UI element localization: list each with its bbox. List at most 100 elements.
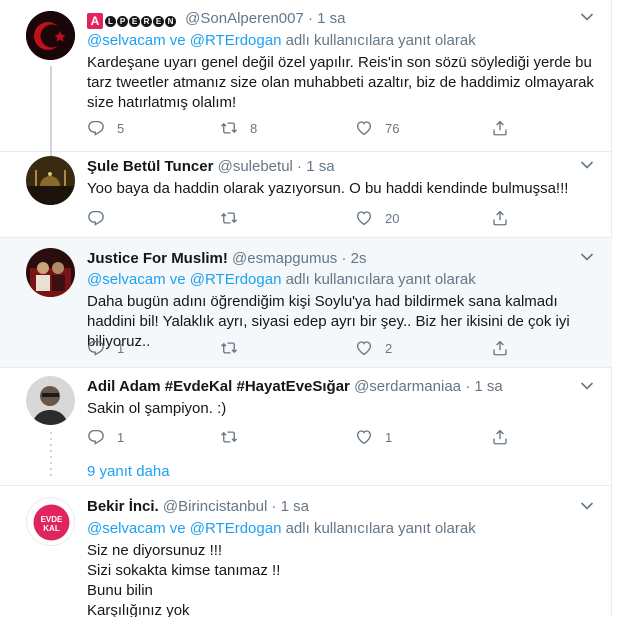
reply-context-label: adlı kullanıcılara yanıt olarak — [285, 520, 476, 537]
like-button[interactable]: 20 — [355, 208, 399, 228]
reply-button[interactable] — [87, 208, 117, 228]
user-handle[interactable]: @Birincistanbul — [163, 498, 267, 515]
reply-mentions[interactable]: @selvacam ve @RTErdogan — [87, 520, 281, 537]
tweet-sulebetul[interactable]: Şule Betül Tuncer @sulebetul · 1 sa Yoo … — [0, 152, 612, 238]
show-more-replies-link[interactable]: 9 yanıt daha — [87, 462, 170, 482]
tweet-text-line: Siz ne diyorsunuz !!! — [87, 542, 223, 559]
reply-context: @selvacam ve @RTErdogan adlı kullanıcıla… — [87, 519, 476, 539]
tweet-time[interactable]: 1 sa — [474, 378, 502, 395]
user-handle[interactable]: @sulebetul — [218, 158, 293, 175]
user-handle[interactable]: @esmapgumus — [232, 250, 337, 267]
user-display-name[interactable]: Bekir İnci. — [87, 498, 159, 515]
tweet-actions: 1 2 — [87, 338, 527, 358]
retweet-button[interactable] — [220, 427, 250, 447]
thread-line — [50, 66, 52, 152]
user-handle[interactable]: @SonAlperen007 — [185, 10, 304, 27]
retweet-icon — [220, 119, 238, 137]
tweet-text-line: Sizi sokakta kimse tanımaz !! — [87, 562, 281, 579]
tweet-text: Sakin ol şampiyon. :) — [87, 400, 227, 417]
retweet-icon — [220, 428, 238, 446]
flag-crescent-icon — [26, 11, 75, 60]
reply-count: 1 — [117, 429, 125, 445]
thread-more-dots — [49, 432, 53, 480]
share-button[interactable] — [491, 208, 509, 228]
reply-mentions[interactable]: @selvacam ve @RTErdogan — [87, 32, 281, 49]
tweet-text-line: Karşılığınız yok — [87, 602, 190, 617]
like-count: 2 — [385, 340, 393, 356]
separator-dot: · — [341, 250, 347, 267]
user-handle[interactable]: @serdarmaniaa — [354, 378, 461, 395]
reply-context-label: adlı kullanıcılara yanıt olarak — [285, 32, 476, 49]
like-count: 1 — [385, 429, 393, 445]
name-letter: N — [165, 15, 176, 27]
tweet-time[interactable]: 1 sa — [306, 158, 334, 175]
evde-kal-logo: EVDE KAL — [28, 499, 74, 545]
user-display-name[interactable]: Justice For Muslim! — [87, 250, 228, 267]
like-button[interactable]: 1 — [355, 427, 392, 447]
reply-button[interactable]: 1 — [87, 338, 124, 358]
reply-button[interactable]: 1 — [87, 427, 124, 447]
tweet-actions: 5 8 76 — [87, 118, 527, 138]
name-letter: P — [117, 15, 128, 27]
tweet-actions: 20 — [87, 208, 527, 228]
share-icon — [491, 119, 509, 137]
tweet-birincistanbul[interactable]: EVDE KAL Bekir İnci. @Birincistanbul · 1… — [0, 486, 612, 617]
reply-mentions[interactable]: @selvacam ve @RTErdogan — [87, 271, 281, 288]
caret-down-icon[interactable] — [580, 160, 594, 170]
like-count: 20 — [385, 210, 400, 226]
tweet-time[interactable]: 1 sa — [281, 498, 309, 515]
caret-down-icon[interactable] — [580, 252, 594, 262]
user-display-name[interactable]: Şule Betül Tuncer — [87, 158, 213, 175]
tweet-time[interactable]: 1 sa — [317, 10, 345, 27]
avatar[interactable]: EVDE KAL — [26, 497, 75, 546]
tweet-text: Siz ne diyorsunuz !!! Sizi sokakta kimse… — [87, 541, 597, 617]
share-icon — [491, 428, 509, 446]
like-count: 76 — [385, 120, 400, 136]
like-icon — [355, 119, 373, 137]
retweet-button[interactable] — [220, 338, 250, 358]
avatar-text-line: KAL — [43, 524, 60, 533]
reply-count: 5 — [117, 120, 125, 136]
share-icon — [491, 339, 509, 357]
like-button[interactable]: 76 — [355, 118, 399, 138]
share-button[interactable] — [491, 338, 509, 358]
retweet-button[interactable]: 8 — [220, 118, 257, 138]
retweet-button[interactable] — [220, 208, 250, 228]
share-button[interactable] — [491, 427, 509, 447]
mosque-photo-icon — [26, 156, 75, 205]
reply-icon — [87, 209, 105, 227]
name-letter: E — [129, 15, 140, 27]
like-icon — [355, 428, 373, 446]
like-button[interactable]: 2 — [355, 338, 392, 358]
name-letter: R — [141, 15, 152, 27]
reply-icon — [87, 339, 105, 357]
reply-button[interactable]: 5 — [87, 118, 124, 138]
like-icon — [355, 209, 373, 227]
tweet-text: Yoo baya da haddin olarak yazıyorsun. O … — [87, 180, 569, 197]
caret-down-icon[interactable] — [580, 381, 594, 391]
name-badge-letter: A — [87, 13, 103, 29]
share-button[interactable] — [491, 118, 509, 138]
separator-dot: · — [465, 378, 471, 395]
reply-context: @selvacam ve @RTErdogan adlı kullanıcıla… — [87, 270, 476, 290]
avatar[interactable] — [26, 248, 75, 297]
tweet-time[interactable]: 2s — [351, 250, 367, 267]
reply-context: @selvacam ve @RTErdogan adlı kullanıcıla… — [87, 31, 476, 51]
reply-icon — [87, 119, 105, 137]
tweet-text-line: Bunu bilin — [87, 582, 153, 599]
caret-down-icon[interactable] — [580, 12, 594, 22]
tweet-esmapgumus[interactable]: Justice For Muslim! @esmapgumus · 2s @se… — [0, 238, 612, 368]
separator-dot: · — [308, 10, 313, 27]
tweet-actions: 1 1 — [87, 427, 527, 447]
retweet-icon — [220, 209, 238, 227]
name-letter: E — [153, 15, 164, 27]
user-display-name[interactable]: A L P E R E N — [87, 13, 177, 29]
avatar[interactable] — [26, 156, 75, 205]
caret-down-icon[interactable] — [580, 501, 594, 511]
tweet-sonalperen[interactable]: A L P E R E N @SonAlperen007 · 1 sa @sel… — [0, 0, 612, 152]
reply-icon — [87, 428, 105, 446]
reply-count: 1 — [117, 340, 125, 356]
avatar[interactable] — [26, 376, 75, 425]
avatar[interactable] — [26, 11, 75, 60]
user-display-name[interactable]: Adil Adam #EvdeKal #HayatEveSığar — [87, 378, 350, 395]
